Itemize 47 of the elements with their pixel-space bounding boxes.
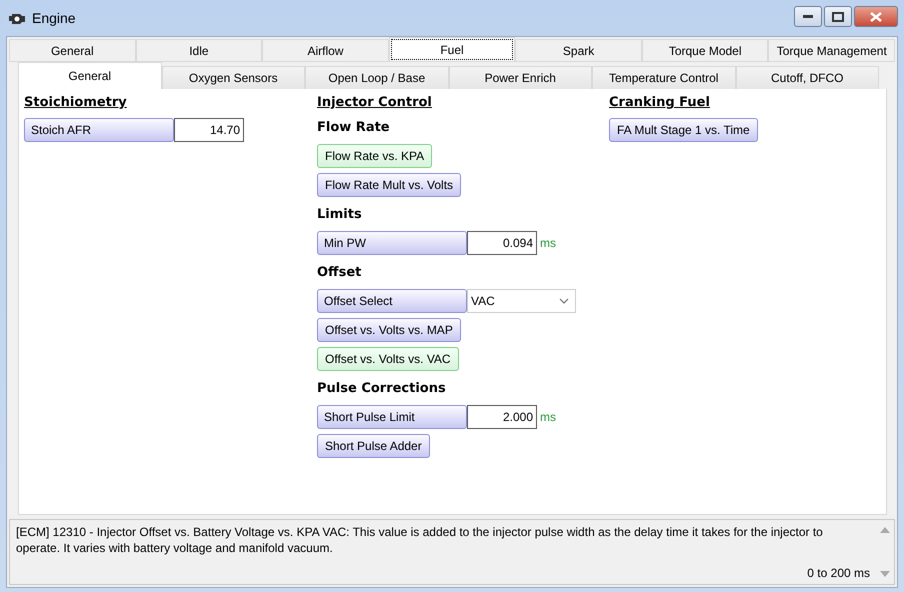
range-text: 0 to 200 ms bbox=[807, 566, 870, 580]
parameter-button[interactable]: Short Pulse Limit bbox=[317, 405, 467, 429]
table-button[interactable]: FA Mult Stage 1 vs. Time bbox=[609, 118, 758, 142]
parameter-button[interactable]: Offset Select bbox=[317, 289, 467, 313]
dropdown[interactable]: VAC bbox=[467, 289, 576, 313]
engine-icon bbox=[8, 11, 26, 25]
group-title: Flow Rate bbox=[317, 120, 390, 135]
value-field[interactable]: 2.000 bbox=[467, 405, 537, 429]
table-button[interactable]: Offset vs. Volts vs. MAP bbox=[317, 318, 461, 342]
tab[interactable]: Power Enrich bbox=[448, 66, 592, 89]
section-heading: Cranking Fuel bbox=[609, 95, 710, 110]
tab[interactable]: General bbox=[18, 62, 162, 89]
maximize-icon bbox=[832, 12, 844, 22]
group-title: Offset bbox=[317, 265, 362, 280]
tab[interactable]: Fuel bbox=[388, 37, 516, 62]
table-button[interactable]: Flow Rate vs. KPA bbox=[317, 144, 432, 168]
parameter-button[interactable]: Min PW bbox=[317, 231, 467, 255]
tab[interactable]: Spark bbox=[515, 39, 642, 62]
unit-label: ms bbox=[540, 236, 556, 250]
tab[interactable]: Idle bbox=[136, 39, 262, 62]
tab[interactable]: Open Loop / Base bbox=[305, 66, 448, 89]
section-heading: Stoichiometry bbox=[24, 95, 127, 110]
chevron-icon bbox=[559, 298, 569, 304]
description-text: [ECM] 12310 - Injector Offset vs. Battery Voltage vs. KPA VAC: This value is added to the injector pulse width as the delay time it takes for the injector to operate. It varies with battery voltage and manifold vacuum. bbox=[16, 524, 824, 556]
tab[interactable]: Temperature Control bbox=[592, 66, 736, 89]
section-heading: Injector Control bbox=[317, 95, 432, 110]
parameter-button[interactable]: Stoich AFR bbox=[24, 118, 174, 142]
value-field[interactable]: 0.094 bbox=[467, 231, 537, 255]
tab[interactable]: Torque Management bbox=[768, 39, 896, 62]
tab[interactable]: Airflow bbox=[262, 39, 389, 62]
close-button[interactable] bbox=[854, 6, 898, 27]
table-button[interactable]: Short Pulse Adder bbox=[317, 434, 430, 458]
maximize-button[interactable] bbox=[824, 6, 852, 27]
table-button[interactable]: Offset vs. Volts vs. VAC bbox=[317, 347, 459, 371]
minimize-icon bbox=[803, 14, 813, 18]
tab[interactable]: Torque Model bbox=[642, 39, 768, 62]
tab[interactable]: Cutoff, DFCO bbox=[736, 66, 879, 89]
group-title: Limits bbox=[317, 207, 362, 222]
table-button[interactable]: Flow Rate Mult vs. Volts bbox=[317, 173, 462, 197]
minimize-button[interactable] bbox=[794, 6, 822, 27]
value-field[interactable]: 14.70 bbox=[174, 118, 244, 142]
group-title: Pulse Corrections bbox=[317, 381, 446, 396]
window-title: Engine bbox=[32, 10, 77, 26]
tab[interactable]: Oxygen Sensors bbox=[162, 66, 305, 89]
unit-label: ms bbox=[540, 410, 556, 424]
close-icon bbox=[870, 12, 882, 22]
tab[interactable]: General bbox=[9, 39, 136, 62]
